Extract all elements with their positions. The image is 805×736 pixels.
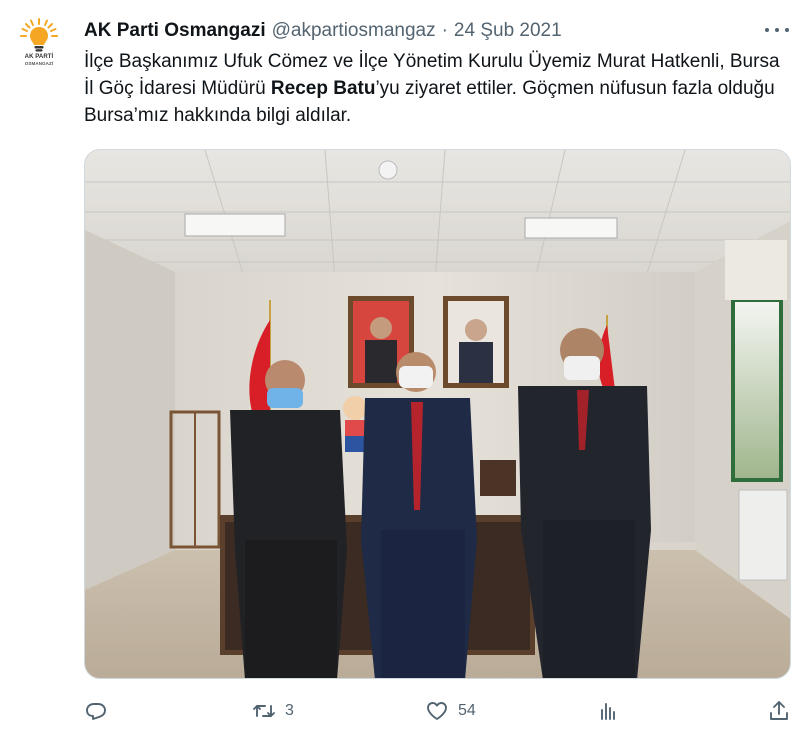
header-separator: · bbox=[441, 20, 448, 41]
avatar-logo-text: AK PARTİ OSMANGAZİ bbox=[16, 54, 62, 67]
author-name[interactable]: AK Parti Osmangazi bbox=[84, 20, 266, 42]
views-icon bbox=[601, 703, 615, 720]
ak-parti-bulb-logo-icon bbox=[20, 18, 58, 56]
heart-icon bbox=[427, 702, 447, 720]
tweet-photo[interactable] bbox=[84, 149, 791, 679]
avatar[interactable]: AK PARTİ OSMANGAZİ bbox=[16, 14, 62, 72]
avatar-logo-subtext: OSMANGAZİ bbox=[24, 61, 54, 66]
tweet[interactable]: AK PARTİ OSMANGAZİ AK Parti Osmangazi @a… bbox=[0, 0, 805, 736]
retweet-icon bbox=[253, 705, 275, 717]
retweet-button[interactable]: 3 bbox=[252, 697, 294, 725]
retweet-count: 3 bbox=[285, 702, 294, 719]
like-button[interactable]: 54 bbox=[425, 697, 476, 725]
tweet-text-bold: Recep Batu bbox=[270, 78, 376, 99]
tweet-text: İlçe Başkanımız Ufuk Cömez ve İlçe Yönet… bbox=[84, 48, 794, 129]
share-icon bbox=[770, 701, 788, 720]
reply-icon bbox=[86, 703, 106, 720]
like-count: 54 bbox=[458, 702, 476, 719]
reply-button[interactable] bbox=[84, 697, 108, 725]
more-options-icon[interactable] bbox=[765, 20, 789, 40]
share-button[interactable] bbox=[767, 697, 791, 725]
views-button[interactable] bbox=[596, 697, 620, 725]
tweet-actions: 3 54 bbox=[84, 697, 794, 725]
author-handle[interactable]: @akpartiosmangaz bbox=[272, 20, 436, 42]
tweet-date[interactable]: 24 Şub 2021 bbox=[454, 20, 562, 42]
tweet-header: AK Parti Osmangazi @akpartiosmangaz · 24… bbox=[84, 19, 562, 43]
